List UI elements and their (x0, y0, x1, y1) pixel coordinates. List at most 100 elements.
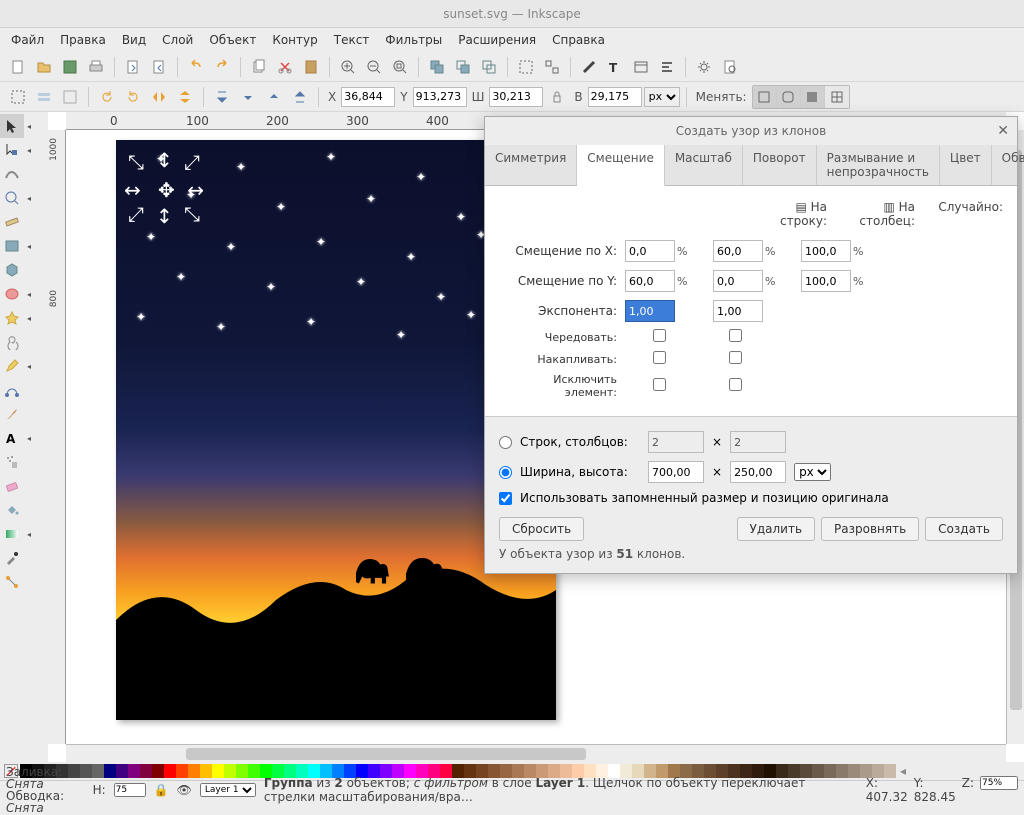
dropper-tool[interactable] (0, 546, 24, 570)
shift-y-rand[interactable] (801, 270, 851, 292)
affect-corners[interactable] (777, 86, 801, 108)
use-saved-check[interactable] (499, 492, 512, 505)
clone-button[interactable] (451, 55, 475, 79)
import-button[interactable] (121, 55, 145, 79)
zoom-tool[interactable] (0, 186, 24, 210)
ellipse-tool[interactable] (0, 282, 24, 306)
color-swatch[interactable] (92, 764, 104, 778)
star-tool[interactable] (0, 306, 24, 330)
x-input[interactable] (341, 87, 395, 107)
y-input[interactable] (413, 87, 467, 107)
opacity-input[interactable] (114, 783, 146, 797)
zoom-in-button[interactable] (336, 55, 360, 79)
exponent-row[interactable] (625, 300, 675, 322)
bezier-tool[interactable] (0, 378, 24, 402)
color-swatch[interactable] (248, 764, 260, 778)
rotate-cw-button[interactable] (121, 85, 145, 109)
fill-stroke-button[interactable] (577, 55, 601, 79)
tab-trace[interactable]: Обводка (992, 145, 1024, 185)
affect-stroke[interactable] (753, 86, 777, 108)
tweak-tool[interactable] (0, 162, 24, 186)
zoom-input[interactable] (980, 776, 1018, 790)
eye-icon[interactable]: 👁 (177, 783, 192, 797)
color-swatch[interactable] (188, 764, 200, 778)
spray-tool[interactable] (0, 450, 24, 474)
alternate-row-check[interactable] (653, 329, 666, 342)
color-swatch[interactable] (164, 764, 176, 778)
redo-button[interactable] (210, 55, 234, 79)
ungroup-button[interactable] (540, 55, 564, 79)
menu-extensions[interactable]: Расширения (451, 30, 543, 50)
color-swatch[interactable] (104, 764, 116, 778)
shift-x-col[interactable] (713, 240, 763, 262)
tab-rotation[interactable]: Поворот (743, 145, 817, 185)
shift-x-row[interactable] (625, 240, 675, 262)
select-all-button[interactable] (6, 85, 30, 109)
color-swatch[interactable] (128, 764, 140, 778)
color-swatch[interactable] (140, 764, 152, 778)
zoom-out-button[interactable] (362, 55, 386, 79)
lock-icon[interactable]: 🔒 (154, 783, 169, 797)
zoom-fit-button[interactable] (388, 55, 412, 79)
3dbox-tool[interactable] (0, 258, 24, 282)
flip-v-button[interactable] (173, 85, 197, 109)
paste-button[interactable] (299, 55, 323, 79)
connector-tool[interactable] (0, 570, 24, 594)
save-button[interactable] (58, 55, 82, 79)
shift-y-col[interactable] (713, 270, 763, 292)
copy-button[interactable] (247, 55, 271, 79)
menu-edit[interactable]: Правка (53, 30, 113, 50)
wh-unit-select[interactable]: px (794, 463, 831, 481)
affect-pattern[interactable] (825, 86, 849, 108)
unlink-clone-button[interactable] (477, 55, 501, 79)
layer-select[interactable]: Layer 1 (200, 783, 256, 797)
cumulate-row-check[interactable] (653, 351, 666, 364)
rotate-ccw-button[interactable] (95, 85, 119, 109)
new-button[interactable] (6, 55, 30, 79)
menu-path[interactable]: Контур (265, 30, 324, 50)
unit-select[interactable]: px (644, 87, 680, 107)
eraser-tool[interactable] (0, 474, 24, 498)
menu-text[interactable]: Текст (327, 30, 377, 50)
color-swatch[interactable] (152, 764, 164, 778)
w-input[interactable] (489, 87, 543, 107)
align-button[interactable] (655, 55, 679, 79)
deselect-button[interactable] (58, 85, 82, 109)
tab-symmetry[interactable]: Симметрия (485, 145, 577, 185)
undo-button[interactable] (184, 55, 208, 79)
lower-bottom-button[interactable] (210, 85, 234, 109)
reset-button[interactable]: Сбросить (499, 517, 584, 541)
text-tool[interactable]: A (0, 426, 24, 450)
height-input[interactable] (730, 461, 786, 483)
select-layers-button[interactable] (32, 85, 56, 109)
calligraphy-tool[interactable] (0, 402, 24, 426)
bucket-tool[interactable] (0, 498, 24, 522)
shift-x-rand[interactable] (801, 240, 851, 262)
tab-blur[interactable]: Размывание и непрозрачность (817, 145, 940, 185)
menu-layer[interactable]: Слой (155, 30, 200, 50)
rows-cols-radio[interactable] (499, 436, 512, 449)
menu-file[interactable]: Файл (4, 30, 51, 50)
raise-button[interactable] (262, 85, 286, 109)
node-tool[interactable] (0, 138, 24, 162)
color-swatch[interactable] (224, 764, 236, 778)
color-swatch[interactable] (200, 764, 212, 778)
delete-button[interactable]: Удалить (737, 517, 816, 541)
shift-y-row[interactable] (625, 270, 675, 292)
cumulate-col-check[interactable] (729, 351, 742, 364)
color-swatch[interactable] (176, 764, 188, 778)
cut-button[interactable] (273, 55, 297, 79)
dialog-titlebar[interactable]: Создать узор из клонов ✕ (485, 117, 1017, 145)
unclump-button[interactable]: Разровнять (821, 517, 919, 541)
text-dialog-button[interactable]: T (603, 55, 627, 79)
color-swatch[interactable] (236, 764, 248, 778)
xml-button[interactable] (629, 55, 653, 79)
duplicate-button[interactable] (425, 55, 449, 79)
measure-tool[interactable] (0, 210, 24, 234)
rect-tool[interactable] (0, 234, 24, 258)
exponent-col[interactable] (713, 300, 763, 322)
scrollbar-horizontal[interactable] (66, 744, 1006, 762)
exclude-col-check[interactable] (729, 378, 742, 391)
menu-object[interactable]: Объект (202, 30, 263, 50)
close-icon[interactable]: ✕ (997, 123, 1009, 139)
